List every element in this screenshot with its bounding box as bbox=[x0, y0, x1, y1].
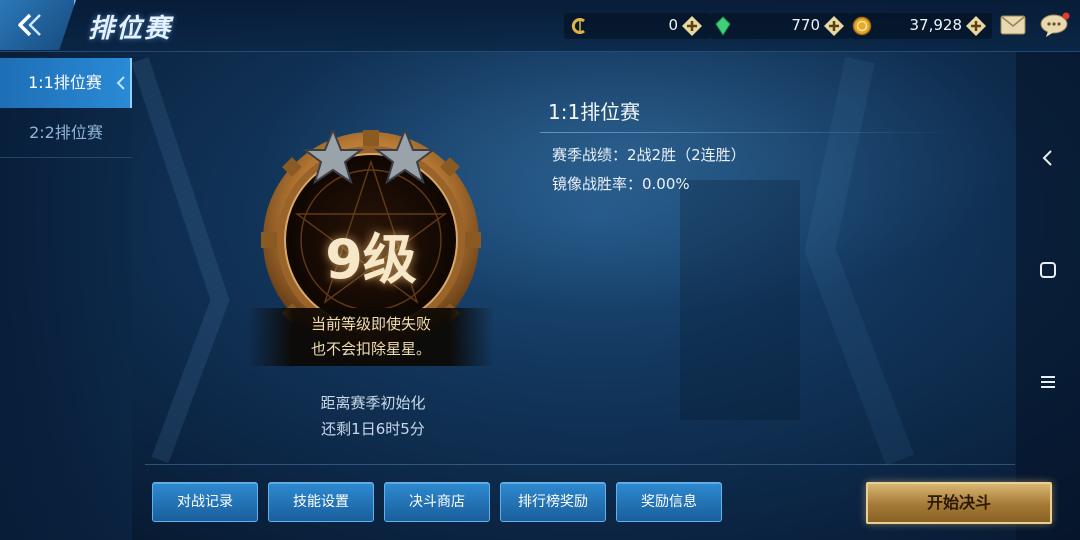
nav-menu-icon[interactable] bbox=[1036, 370, 1060, 394]
mode-sidebar: 1:1排位赛 2:2排位赛 bbox=[0, 52, 132, 540]
start-duel-button[interactable]: 开始决斗 bbox=[866, 482, 1052, 524]
countdown-line-1: 距离赛季初始化 bbox=[320, 394, 426, 412]
mail-icon[interactable] bbox=[1000, 15, 1026, 35]
add-gold-icon[interactable] bbox=[966, 16, 986, 36]
coupon-currency: 0 bbox=[564, 13, 710, 39]
add-gem-icon[interactable] bbox=[824, 16, 844, 36]
leaderboard-rewards-button[interactable]: 排行榜奖励 bbox=[500, 482, 606, 522]
gem-value: 770 bbox=[791, 16, 820, 34]
reward-info-button[interactable]: 奖励信息 bbox=[616, 482, 722, 522]
mirror-win-rate: 镜像战胜率：0.00% bbox=[552, 175, 690, 193]
add-coupon-icon[interactable] bbox=[682, 16, 702, 36]
background-art bbox=[131, 0, 1020, 466]
notice-line-1: 当前等级即使失败 bbox=[310, 315, 431, 333]
page-title: 排位赛 bbox=[88, 14, 173, 44]
chat-icon[interactable] bbox=[1040, 12, 1070, 38]
notice-line-2: 也不会扣除星星。 bbox=[310, 340, 431, 358]
coupon-c-icon bbox=[571, 18, 585, 34]
system-nav-bar bbox=[1016, 52, 1080, 540]
duel-shop-button[interactable]: 决斗商店 bbox=[384, 482, 490, 522]
skill-settings-button[interactable]: 技能设置 bbox=[268, 482, 374, 522]
top-bar: 排位赛 0 770 37,928 bbox=[0, 0, 1080, 52]
info-divider bbox=[540, 132, 960, 133]
nav-back-icon[interactable] bbox=[1036, 146, 1060, 170]
season-record: 赛季战绩：2战2胜（2连胜） bbox=[552, 146, 746, 164]
tab-ranked-1v1[interactable]: 1:1排位赛 bbox=[0, 58, 132, 108]
battle-record-button[interactable]: 对战记录 bbox=[152, 482, 258, 522]
gold-coin-icon bbox=[852, 16, 872, 36]
mode-title: 1:1排位赛 bbox=[548, 100, 641, 124]
tab-ranked-1v1-label: 1:1排位赛 bbox=[28, 73, 102, 92]
gold-currency: 37,928 bbox=[850, 13, 992, 39]
chat-notification-dot bbox=[1062, 12, 1070, 20]
coupon-value: 0 bbox=[668, 16, 678, 34]
tab-chevron-icon bbox=[116, 76, 125, 90]
countdown-line-2: 还剩1日6时5分 bbox=[321, 420, 425, 438]
back-arrow-icon bbox=[18, 13, 41, 37]
nav-home-icon[interactable] bbox=[1036, 258, 1060, 282]
tab-ranked-2v2[interactable]: 2:2排位赛 bbox=[0, 108, 132, 158]
back-button[interactable] bbox=[0, 0, 76, 50]
gold-value: 37,928 bbox=[909, 16, 963, 34]
rank-level: 9级 bbox=[325, 228, 417, 291]
gem-currency: 770 bbox=[710, 13, 850, 39]
bottom-divider bbox=[145, 464, 1015, 465]
green-gem-icon bbox=[715, 16, 731, 36]
tab-ranked-2v2-label: 2:2排位赛 bbox=[29, 123, 103, 142]
